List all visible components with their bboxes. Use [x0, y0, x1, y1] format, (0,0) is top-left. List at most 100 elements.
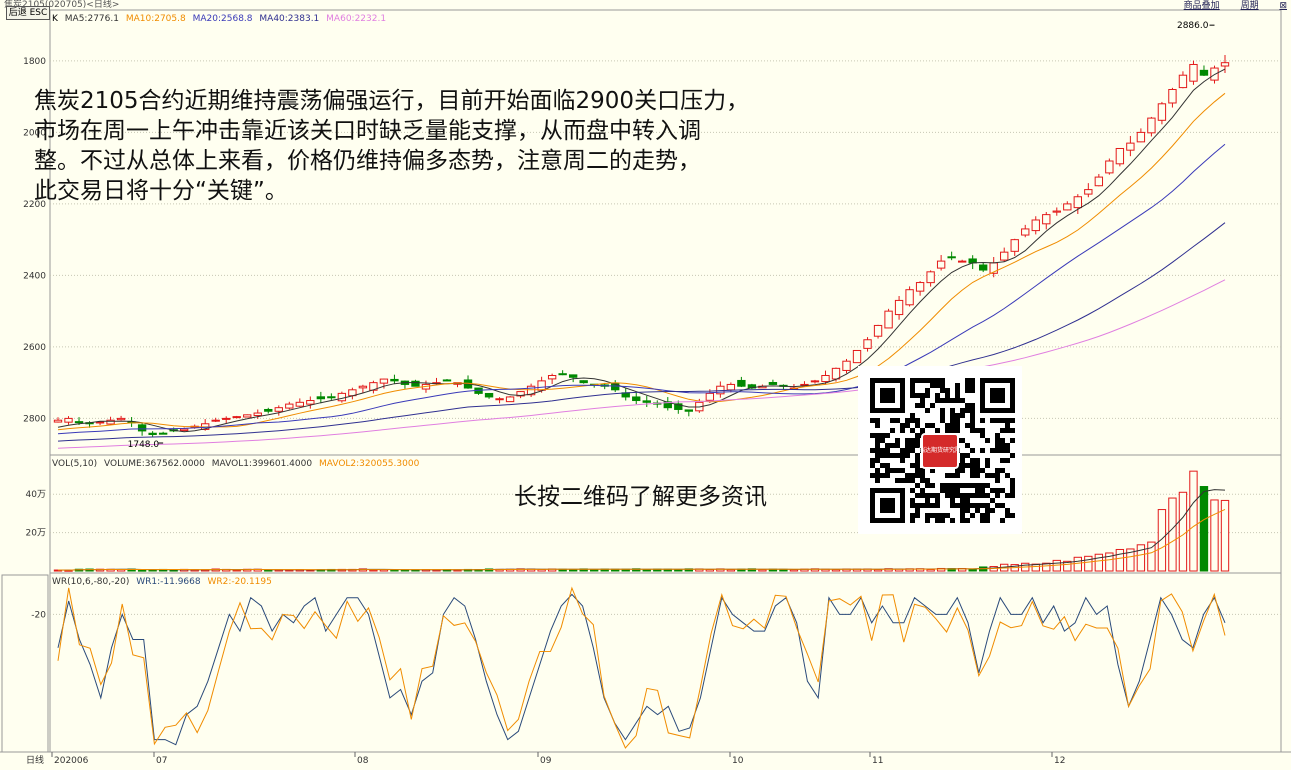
qr-module	[900, 458, 905, 463]
qr-module	[985, 473, 990, 478]
candle-body	[831, 367, 841, 380]
qr-module	[910, 488, 915, 493]
back-button[interactable]: 后退 ESC	[6, 6, 50, 20]
qr-module	[965, 453, 970, 458]
qr-module	[980, 448, 985, 453]
qr-module	[975, 463, 980, 468]
qr-module	[950, 428, 955, 433]
qr-module	[900, 423, 905, 428]
qr-module	[970, 408, 975, 413]
qr-module	[885, 443, 890, 448]
qr-module	[985, 513, 990, 518]
qr-module	[880, 453, 885, 458]
qr-module	[910, 378, 915, 383]
candle-body	[253, 412, 262, 417]
qr-module	[925, 378, 930, 383]
qr-module	[975, 468, 980, 473]
candle-body	[379, 378, 389, 384]
qr-module	[950, 483, 955, 488]
qr-module	[985, 518, 990, 523]
qr-module	[985, 503, 990, 508]
qr-module	[945, 388, 950, 393]
qr-module	[950, 488, 955, 493]
qr-module	[940, 388, 945, 393]
ma5-legend: MA5:2776.1	[64, 14, 119, 24]
qr-module	[910, 438, 915, 443]
qr-module	[995, 478, 1000, 483]
qr-module	[880, 433, 885, 438]
qr-module	[890, 468, 895, 473]
volume-legend: VOL(5,10) VOLUME:367562.0000 MAVOL1:3996…	[52, 459, 423, 469]
overlay-commodity-link[interactable]: 商品叠加	[1184, 1, 1220, 11]
candle-body	[64, 417, 73, 423]
period-link[interactable]: 周期	[1241, 1, 1259, 11]
candle-body	[926, 271, 935, 284]
qr-module	[955, 393, 960, 398]
candle-body	[1000, 251, 1009, 261]
qr-module	[945, 428, 950, 433]
ma60-line	[57, 279, 1226, 449]
price-label: K	[52, 14, 58, 24]
qr-module	[910, 518, 915, 523]
qr-module	[915, 508, 920, 513]
qr-module	[1000, 468, 1005, 473]
wr1-line	[57, 593, 1226, 746]
qr-module	[960, 438, 965, 443]
vol-params: VOL(5,10)	[52, 459, 98, 469]
wr-params: WR(10,6,-80,-20)	[52, 577, 130, 587]
qr-module	[925, 518, 930, 523]
candle-body	[1084, 189, 1093, 195]
qr-module	[935, 493, 940, 498]
qr-module	[915, 463, 920, 468]
qr-module	[950, 473, 955, 478]
candle-body	[768, 381, 778, 385]
qr-module	[970, 423, 975, 428]
qr-module	[1005, 473, 1010, 478]
close-icon[interactable]: ⊠	[1279, 1, 1287, 11]
candle-body	[1105, 160, 1114, 174]
candle-body	[106, 419, 115, 425]
mavol1-value: MAVOL1:399601.4000	[211, 459, 313, 469]
qr-module	[1000, 518, 1005, 523]
qr-module	[925, 408, 930, 413]
candle-body	[547, 375, 557, 380]
candle-body	[1136, 131, 1146, 143]
qr-module	[925, 498, 930, 503]
x-tick-label: 10	[732, 756, 744, 766]
qr-module	[905, 473, 910, 478]
qr-module	[975, 508, 980, 513]
ma10-legend: MA10:2705.8	[125, 14, 186, 24]
qr-module	[890, 453, 895, 458]
qr-module	[910, 443, 915, 448]
qr-module	[920, 493, 925, 498]
qr-module	[915, 503, 920, 508]
qr-module	[915, 378, 920, 383]
qr-module	[915, 433, 920, 438]
qr-module	[930, 503, 935, 508]
qr-module	[915, 483, 920, 488]
qr-module	[950, 413, 955, 418]
qr-module	[965, 383, 970, 388]
qr-module	[915, 458, 920, 463]
qr-module	[975, 483, 980, 488]
qr-module	[980, 493, 985, 498]
qr-module	[960, 398, 965, 403]
candle-body	[1063, 203, 1072, 211]
qr-module	[940, 413, 945, 418]
volume-bar	[758, 569, 767, 572]
qr-code[interactable]: 瑞达期货研究院	[858, 366, 1022, 534]
qr-module	[940, 488, 945, 493]
qr-module	[920, 503, 925, 508]
qr-module	[915, 418, 920, 423]
qr-module	[870, 458, 875, 463]
qr-module	[915, 473, 920, 478]
qr-module	[975, 503, 980, 508]
candle-body	[264, 408, 273, 412]
qr-module	[990, 508, 995, 513]
qr-module	[990, 498, 995, 503]
qr-module	[1000, 488, 1005, 493]
qr-module	[890, 428, 895, 433]
qr-module	[965, 423, 970, 428]
volume-bar	[726, 569, 736, 572]
price-tick-label: 2800	[23, 414, 46, 424]
